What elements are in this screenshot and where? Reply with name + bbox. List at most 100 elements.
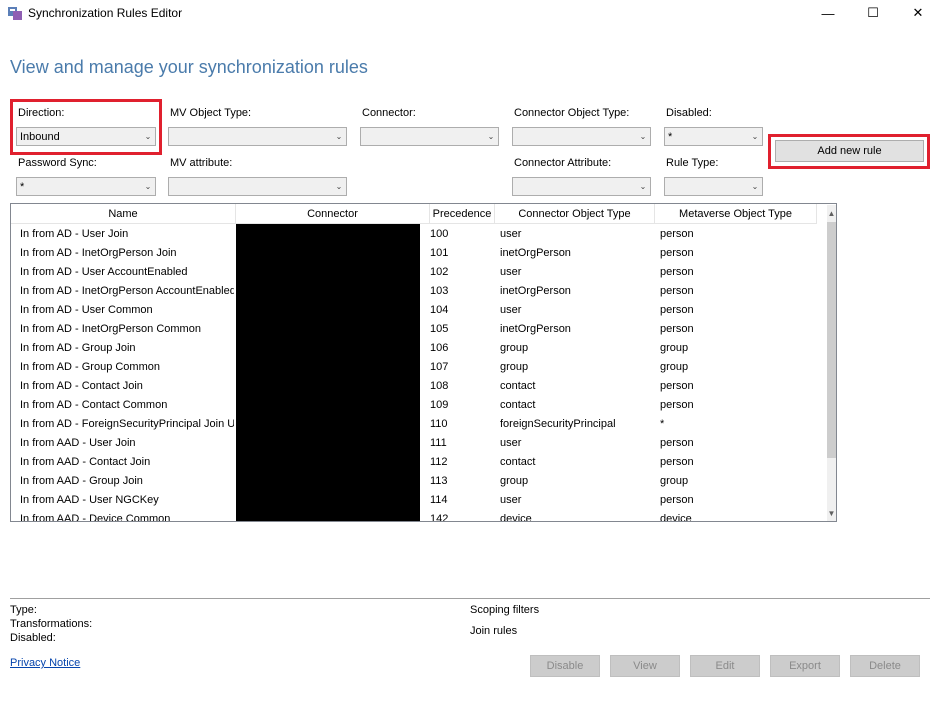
column-header-connector-object-type[interactable]: Connector Object Type <box>495 204 655 224</box>
disabled-filter-label: Disabled: <box>666 107 712 119</box>
cell-connector-object-type: user <box>500 228 522 240</box>
cell-metaverse-object-type: group <box>660 475 689 487</box>
cell-metaverse-object-type: person <box>660 323 694 335</box>
minimize-button[interactable]: — <box>805 0 851 26</box>
close-button[interactable]: ✕ <box>895 0 941 26</box>
scroll-thumb[interactable] <box>827 222 836 458</box>
cell-name: In from AAD - Device Common <box>20 513 171 522</box>
cell-name: In from AD - InetOrgPerson Join <box>20 247 177 259</box>
chevron-down-icon: ⌄ <box>335 132 343 141</box>
type-label: Type: <box>10 604 37 616</box>
direction-value: Inbound <box>20 130 60 143</box>
cell-name: In from AAD - Group Join <box>20 475 143 487</box>
column-header-precedence[interactable]: Precedence <box>430 204 495 224</box>
disable-button[interactable]: Disable <box>530 655 600 677</box>
add-new-rule-button[interactable]: Add new rule <box>775 140 924 162</box>
chevron-down-icon: ⌄ <box>751 182 759 191</box>
rule-type-label: Rule Type: <box>666 157 719 169</box>
cell-metaverse-object-type: person <box>660 304 694 316</box>
view-button[interactable]: View <box>610 655 680 677</box>
column-header-connector[interactable]: Connector <box>236 204 430 224</box>
transformations-label: Transformations: <box>10 618 93 630</box>
cell-connector-object-type: inetOrgPerson <box>500 247 571 259</box>
maximize-icon: ☐ <box>867 5 879 20</box>
scroll-up-icon[interactable]: ▲ <box>827 205 836 222</box>
direction-label: Direction: <box>18 107 65 119</box>
privacy-notice-link[interactable]: Privacy Notice <box>10 657 80 669</box>
cell-precedence: 110 <box>430 418 448 430</box>
cell-name: In from AD - ForeignSecurityPrincipal Jo… <box>20 418 234 430</box>
cell-name: In from AD - Contact Common <box>20 399 168 411</box>
vertical-scrollbar[interactable]: ▲ ▼ <box>827 205 836 521</box>
close-icon: ✕ <box>912 5 924 20</box>
delete-button[interactable]: Delete <box>850 655 920 677</box>
column-header-name[interactable]: Name <box>11 204 236 224</box>
sync-rules-app-icon <box>7 5 23 21</box>
cell-connector-object-type: group <box>500 342 529 354</box>
cell-name: In from AAD - User Join <box>20 437 136 449</box>
cell-metaverse-object-type: device <box>660 513 692 522</box>
cell-metaverse-object-type: group <box>660 361 689 373</box>
chevron-down-icon: ⌄ <box>639 182 647 191</box>
chevron-down-icon: ⌄ <box>335 182 343 191</box>
rule-type-select[interactable]: ⌄ <box>664 177 763 196</box>
cell-precedence: 106 <box>430 342 449 354</box>
scoping-filters-label: Scoping filters <box>470 604 540 616</box>
cell-name: In from AD - Group Common <box>20 361 160 373</box>
cell-precedence: 112 <box>430 456 448 468</box>
cell-name: In from AD - InetOrgPerson Common <box>20 323 201 335</box>
export-button[interactable]: Export <box>770 655 840 677</box>
cell-connector-object-type: user <box>500 304 522 316</box>
mv-attribute-label: MV attribute: <box>170 157 233 169</box>
password-sync-select[interactable]: * ⌄ <box>16 177 156 196</box>
cell-name: In from AAD - User NGCKey <box>20 494 159 506</box>
cell-connector-object-type: user <box>500 266 522 278</box>
cell-name: In from AD - Group Join <box>20 342 136 354</box>
title-bar: Synchronization Rules Editor — ☐ ✕ <box>0 0 941 26</box>
connector-label: Connector: <box>362 107 416 119</box>
cell-metaverse-object-type: group <box>660 342 689 354</box>
cell-precedence: 114 <box>430 494 448 506</box>
cell-metaverse-object-type: person <box>660 285 694 297</box>
chevron-down-icon: ⌄ <box>639 132 647 141</box>
cell-name: In from AAD - Contact Join <box>20 456 151 468</box>
disabled-filter-select[interactable]: * ⌄ <box>664 127 763 146</box>
cell-precedence: 111 <box>430 437 447 449</box>
cell-precedence: 113 <box>430 475 448 487</box>
connector-object-type-label: Connector Object Type: <box>514 107 630 119</box>
scroll-down-icon[interactable]: ▼ <box>827 505 836 521</box>
direction-select[interactable]: Inbound ⌄ <box>16 127 156 146</box>
cell-connector-object-type: inetOrgPerson <box>500 285 571 297</box>
chevron-down-icon: ⌄ <box>751 132 759 141</box>
cell-name: In from AD - User Join <box>20 228 129 240</box>
cell-name: In from AD - InetOrgPerson AccountEnable… <box>20 285 234 297</box>
cell-name: In from AD - User Common <box>20 304 153 316</box>
chevron-down-icon: ⌄ <box>487 132 495 141</box>
cell-metaverse-object-type: person <box>660 456 694 468</box>
disabled-filter-value: * <box>668 130 673 143</box>
cell-connector-object-type: user <box>500 494 522 506</box>
details-divider <box>10 598 930 599</box>
column-header-metaverse-object-type[interactable]: Metaverse Object Type <box>655 204 817 224</box>
window-title: Synchronization Rules Editor <box>28 6 183 20</box>
maximize-button[interactable]: ☐ <box>850 0 896 26</box>
rules-grid[interactable]: Name Connector Precedence Connector Obje… <box>10 203 837 522</box>
cell-metaverse-object-type: person <box>660 247 694 259</box>
page-heading: View and manage your synchronization rul… <box>10 57 368 77</box>
mv-object-type-label: MV Object Type: <box>170 107 252 119</box>
connector-attribute-select[interactable]: ⌄ <box>512 177 651 196</box>
cell-metaverse-object-type: * <box>660 418 665 430</box>
connector-select[interactable]: ⌄ <box>360 127 499 146</box>
cell-metaverse-object-type: person <box>660 266 694 278</box>
mv-attribute-select[interactable]: ⌄ <box>168 177 347 196</box>
cell-precedence: 109 <box>430 399 449 411</box>
join-rules-label: Join rules <box>470 625 518 637</box>
redacted-connector-column <box>236 224 420 521</box>
cell-precedence: 107 <box>430 361 449 373</box>
edit-button[interactable]: Edit <box>690 655 760 677</box>
connector-object-type-select[interactable]: ⌄ <box>512 127 651 146</box>
cell-precedence: 105 <box>430 323 449 335</box>
mv-object-type-select[interactable]: ⌄ <box>168 127 347 146</box>
password-sync-value: * <box>20 180 25 193</box>
cell-connector-object-type: device <box>500 513 532 522</box>
